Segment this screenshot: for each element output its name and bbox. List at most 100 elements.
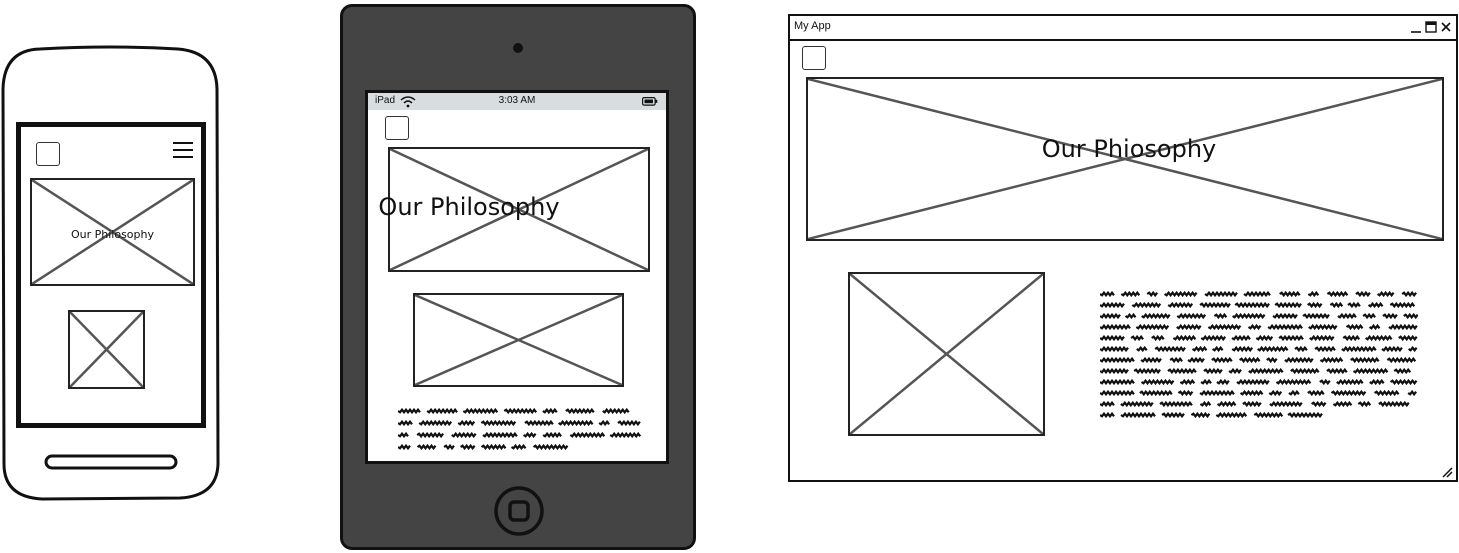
text-scribble-word: [1368, 323, 1381, 331]
text-scribble-word: [1279, 290, 1301, 298]
text-scribble-word: [1309, 334, 1335, 342]
minimize-icon[interactable]: [1410, 21, 1422, 33]
text-scribble-word: [1257, 345, 1289, 353]
text-scribble-word: [1159, 400, 1193, 408]
text-scribble-word: [398, 431, 409, 439]
resize-grip-icon[interactable]: [1441, 466, 1453, 478]
text-scribble-word: [598, 419, 610, 427]
text-scribble-word: [1164, 290, 1198, 298]
tablet-screen: iPad 3:03 AM Our Philosophy: [365, 90, 669, 464]
text-scribble-word: [1407, 389, 1417, 397]
text-scribble-word: [1199, 400, 1212, 408]
text-scribble-word: [1140, 378, 1175, 386]
logo-placeholder-icon[interactable]: [36, 142, 60, 166]
text-scribble-word: [1288, 389, 1300, 397]
text-scribble-word: [1307, 389, 1325, 397]
text-scribble-word: [1362, 312, 1376, 320]
text-scribble-word: [1100, 312, 1121, 320]
text-scribble-word: [1100, 378, 1135, 386]
text-scribble-word: [416, 431, 444, 439]
text-scribble-word: [1167, 301, 1194, 309]
battery-icon: [642, 97, 658, 106]
home-button-icon[interactable]: [493, 485, 545, 537]
text-scribble-word: [1216, 378, 1230, 386]
text-scribble-word: [1243, 290, 1271, 298]
text-scribble-word: [1133, 367, 1161, 375]
text-scribble-word: [542, 431, 562, 439]
text-scribble-word: [1369, 378, 1385, 386]
text-scribble-word: [1342, 334, 1361, 342]
text-scribble-word: [1307, 290, 1320, 298]
text-scribble-word: [1187, 356, 1205, 364]
text-scribble-word: [1131, 301, 1162, 309]
text-scribble-word: [1141, 312, 1171, 320]
text-scribble-word: [1287, 411, 1323, 419]
text-scribble-word: [1337, 312, 1357, 320]
text-scribble-word: [451, 431, 477, 439]
text-scribble-word: [1319, 378, 1331, 386]
text-scribble-word: [617, 419, 641, 427]
phone-screen: Our Philosophy: [16, 122, 206, 428]
text-scribble-word: [1274, 301, 1302, 309]
text-scribble-word: [1200, 378, 1212, 386]
text-scribble-word: [1242, 400, 1262, 408]
text-scribble-word: [558, 419, 594, 427]
text-scribble-word: [542, 407, 558, 415]
text-scribble-word: [1374, 389, 1400, 397]
text-scribble-word: [1255, 334, 1274, 342]
text-scribble-word: [1294, 345, 1308, 353]
text-scribble-word: [1100, 345, 1129, 353]
text-scribble-word: [569, 431, 606, 439]
text-scribble-word: [1239, 389, 1264, 397]
text-scribble-word: [1311, 400, 1327, 408]
maximize-icon[interactable]: [1425, 21, 1437, 33]
text-scribble-word: [1266, 356, 1278, 364]
text-scribble-word: [457, 419, 476, 427]
text-scribble-word: [1172, 334, 1197, 342]
text-scribble-word: [1398, 334, 1418, 342]
text-scribble-word: [1100, 334, 1125, 342]
text-scribble-word: [1401, 290, 1417, 298]
text-scribble-word: [480, 419, 517, 427]
text-scribble-word: [1269, 400, 1303, 408]
text-scribble-word: [460, 443, 476, 451]
text-scribble-word: [1139, 389, 1173, 397]
hero-image-placeholder: Our Philosophy: [378, 147, 650, 272]
text-scribble-word: [418, 419, 453, 427]
text-scribble-word: [1215, 411, 1248, 419]
hamburger-menu-icon[interactable]: [172, 140, 194, 160]
text-scribble-word: [1154, 345, 1186, 353]
text-scribble-word: [1272, 312, 1298, 320]
text-scribble-word: [1367, 301, 1384, 309]
text-scribble-word: [1389, 378, 1418, 386]
text-scribble-word: [482, 431, 518, 439]
text-scribble-word: [1191, 345, 1208, 353]
text-scribble-word: [1365, 334, 1393, 342]
content-image-placeholder: [413, 293, 624, 387]
text-scribble-word: [1124, 312, 1137, 320]
text-scribble-word: [1247, 323, 1262, 331]
text-scribble-word: [1408, 345, 1418, 353]
text-scribble-word: [1135, 323, 1170, 331]
text-scribble-word: [1326, 290, 1349, 298]
content-image-placeholder: [848, 272, 1045, 436]
text-scribble-word: [1341, 345, 1377, 353]
text-scribble-word: [1120, 290, 1141, 298]
body-text-placeholder: [1100, 290, 1418, 422]
text-scribble-word: [1332, 400, 1353, 408]
text-scribble-word: [1120, 411, 1156, 419]
text-scribble-word: [1248, 367, 1284, 375]
text-scribble-word: [1212, 345, 1224, 353]
hero-title: Our Philosophy: [70, 228, 155, 241]
text-scribble-word: [1350, 356, 1380, 364]
logo-placeholder-icon[interactable]: [385, 116, 409, 140]
text-scribble-word: [609, 431, 642, 439]
close-icon[interactable]: [1440, 21, 1452, 33]
title-bar: My App: [790, 16, 1456, 41]
logo-placeholder-icon[interactable]: [802, 46, 826, 70]
text-scribble-word: [1268, 389, 1283, 397]
text-scribble-word: [1234, 301, 1270, 309]
text-scribble-word: [1377, 290, 1395, 298]
text-scribble-word: [1284, 356, 1314, 364]
text-scribble-word: [1232, 312, 1266, 320]
